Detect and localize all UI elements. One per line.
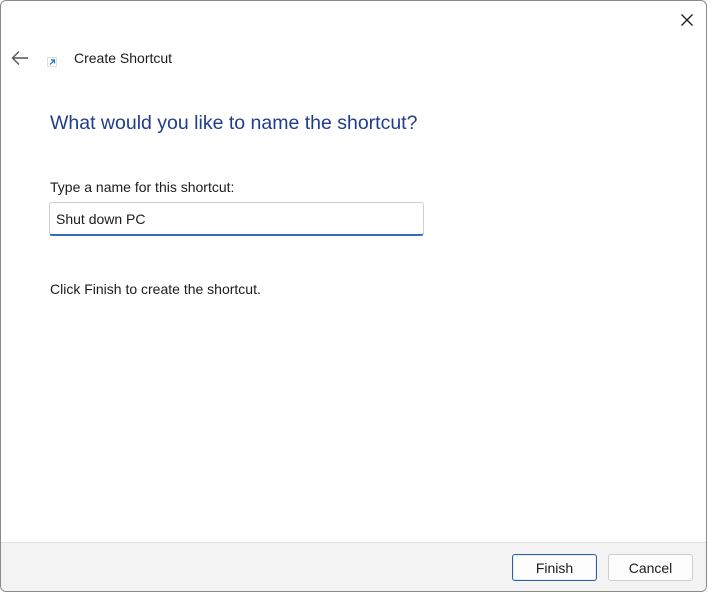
back-arrow-icon	[11, 51, 28, 65]
shortcut-name-input[interactable]	[49, 202, 424, 236]
wizard-title: Create Shortcut	[74, 50, 173, 66]
page-heading: What would you like to name the shortcut…	[50, 112, 418, 134]
close-icon	[681, 14, 693, 26]
shortcut-arrow-icon	[47, 57, 57, 67]
cancel-button[interactable]: Cancel	[608, 554, 693, 581]
finish-instruction-text: Click Finish to create the shortcut.	[50, 281, 261, 297]
wizard-footer: Finish Cancel	[1, 542, 706, 591]
finish-button[interactable]: Finish	[512, 554, 597, 581]
back-button[interactable]	[7, 45, 33, 71]
shortcut-name-label: Type a name for this shortcut:	[50, 179, 235, 195]
create-shortcut-window: Create Shortcut What would you like to n…	[0, 0, 707, 592]
close-button[interactable]	[673, 7, 701, 33]
